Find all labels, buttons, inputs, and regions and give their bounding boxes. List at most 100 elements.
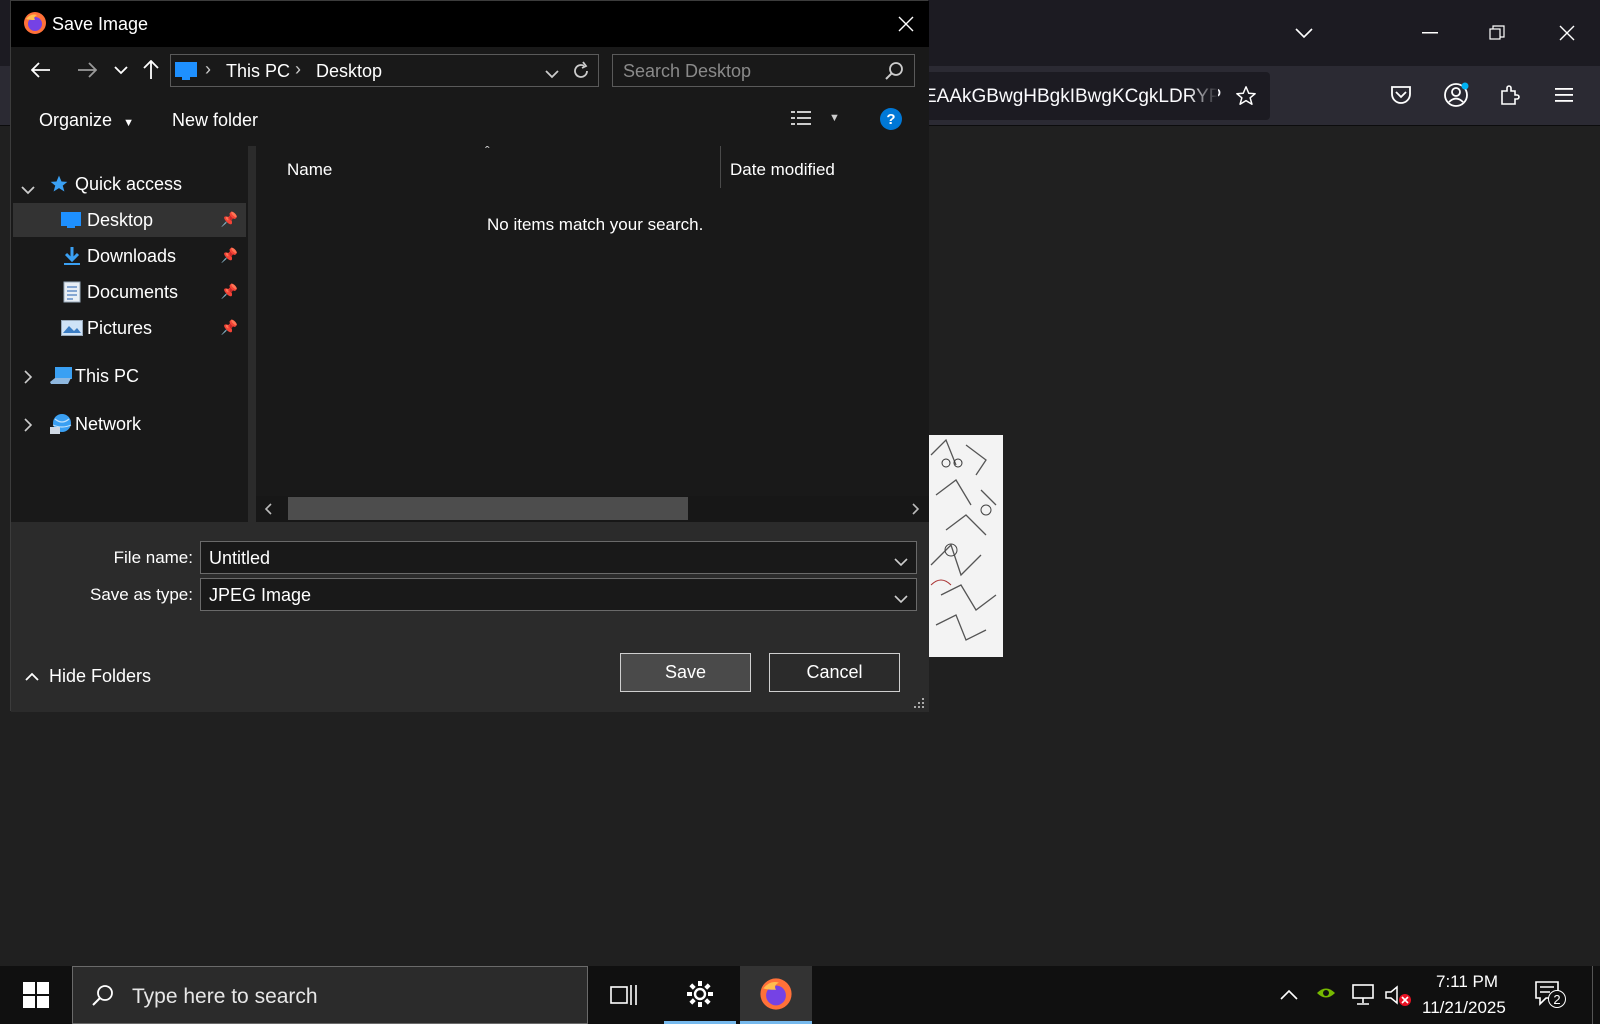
tree-item-pictures[interactable]: Pictures 📌 — [13, 311, 246, 345]
breadcrumb-this-pc[interactable]: This PC — [226, 61, 290, 82]
hide-folders-button[interactable]: Hide Folders — [25, 666, 151, 687]
scroll-right-icon[interactable] — [912, 502, 920, 520]
tree-network[interactable]: Network — [11, 407, 248, 441]
save-as-type-value: JPEG Image — [209, 585, 312, 605]
search-icon — [92, 985, 113, 1006]
tree-label: This PC — [75, 366, 140, 386]
pocket-icon[interactable] — [1385, 79, 1417, 111]
taskbar-search-box[interactable]: Type here to search — [72, 966, 588, 1024]
taskbar-firefox-app[interactable] — [740, 966, 812, 1024]
hide-folders-label: Hide Folders — [49, 666, 152, 686]
pictures-icon — [61, 320, 83, 341]
dialog-close-icon[interactable] — [883, 1, 929, 47]
url-bar[interactable]: EAAkGBwgHBgkIBwgKCgkLDRYP — [900, 72, 1270, 120]
tree-quick-access[interactable]: Quick access — [11, 167, 248, 201]
tree-item-desktop[interactable]: Desktop 📌 — [13, 203, 246, 237]
save-as-type-dropdown-icon[interactable] — [894, 588, 908, 609]
column-divider[interactable] — [720, 146, 721, 188]
pin-icon: 📌 — [220, 247, 238, 263]
save-as-type-label: Save as type: — [89, 585, 193, 604]
search-icon[interactable] — [884, 61, 904, 86]
close-window-icon[interactable] — [1551, 17, 1583, 49]
column-header-date-modified[interactable]: Date modified — [730, 160, 835, 180]
empty-results-message: No items match your search. — [487, 215, 704, 234]
notification-count-badge: 2 — [1548, 990, 1566, 1008]
help-icon[interactable]: ? — [880, 108, 902, 130]
bookmark-star-icon[interactable] — [1230, 80, 1262, 112]
breadcrumb-desktop[interactable]: Desktop — [316, 61, 382, 82]
navigation-pane: Quick access Desktop 📌 Downloads 📌 Docum… — [11, 146, 248, 522]
help-glyph: ? — [886, 110, 896, 128]
network-icon — [49, 413, 73, 440]
this-pc-icon — [49, 366, 73, 391]
expand-chevron-icon[interactable] — [21, 179, 35, 200]
refresh-icon[interactable] — [571, 61, 591, 86]
windows-logo-icon — [23, 982, 49, 1008]
taskbar-settings-app[interactable] — [664, 966, 736, 1024]
view-options-icon[interactable] — [791, 109, 815, 134]
organize-dropdown-icon: ▼ — [123, 117, 134, 129]
organize-label: Organize — [39, 110, 113, 130]
tree-item-documents[interactable]: Documents 📌 — [13, 275, 246, 309]
minimize-icon[interactable] — [1414, 17, 1446, 49]
resize-grip-icon[interactable] — [913, 696, 925, 714]
save-button[interactable]: Save — [620, 653, 751, 692]
forward-arrow-icon[interactable] — [73, 55, 101, 85]
file-name-field[interactable]: Untitled — [200, 541, 917, 574]
documents-icon — [63, 281, 81, 308]
breadcrumb-separator-icon: › — [295, 59, 301, 79]
save-as-type-select[interactable]: JPEG Image — [200, 578, 917, 611]
address-bar[interactable]: › This PC › Desktop — [170, 54, 599, 87]
firefox-icon — [23, 11, 47, 35]
pane-splitter[interactable] — [248, 146, 256, 522]
pin-icon: 📌 — [220, 211, 238, 227]
address-dropdown-chevron-icon[interactable] — [545, 66, 559, 84]
quick-access-star-icon — [49, 174, 69, 199]
scrollbar-thumb[interactable] — [288, 497, 688, 520]
breadcrumb-separator-icon: › — [205, 59, 211, 79]
network-status-icon[interactable] — [1350, 984, 1376, 1011]
menu-icon[interactable] — [1548, 79, 1580, 111]
taskbar: Type here to search 7:11 PM 11/21/2025 2 — [0, 966, 1600, 1024]
extensions-icon[interactable] — [1494, 79, 1526, 111]
this-pc-monitor-icon — [175, 62, 197, 85]
column-header-name[interactable]: Name — [287, 160, 332, 180]
show-desktop-button[interactable] — [1592, 966, 1600, 1024]
show-hidden-icons-chevron-icon[interactable] — [1280, 988, 1298, 1006]
up-arrow-icon[interactable] — [137, 55, 165, 85]
expand-chevron-right-icon[interactable] — [23, 416, 33, 437]
recent-locations-chevron-icon[interactable] — [107, 55, 135, 85]
action-center-button[interactable]: 2 — [1534, 980, 1566, 1013]
organize-button[interactable]: Organize ▼ — [39, 110, 134, 131]
back-arrow-icon[interactable] — [27, 55, 55, 85]
task-view-icon — [610, 985, 637, 1005]
dialog-title: Save Image — [52, 14, 149, 34]
url-text[interactable]: EAAkGBwgHBgkIBwgKCgkLDRYP — [924, 86, 1221, 108]
horizontal-scrollbar[interactable] — [256, 496, 929, 522]
file-name-value[interactable]: Untitled — [209, 548, 270, 568]
new-folder-button[interactable]: New folder — [172, 110, 258, 131]
cancel-button[interactable]: Cancel — [769, 653, 900, 692]
tree-this-pc[interactable]: This PC — [11, 359, 248, 393]
navigation-row: › This PC › Desktop Search Desktop — [11, 47, 929, 95]
tree-label: Network — [75, 414, 142, 434]
start-button[interactable] — [0, 966, 72, 1024]
tree-item-downloads[interactable]: Downloads 📌 — [13, 239, 246, 273]
nvidia-icon[interactable] — [1315, 984, 1337, 1007]
search-desktop-input[interactable]: Search Desktop — [612, 54, 915, 87]
list-all-tabs-icon[interactable] — [1288, 17, 1320, 49]
save-image-dialog: Save Image › This PC › Desktop Search De… — [10, 0, 929, 714]
volume-muted-icon[interactable] — [1384, 984, 1412, 1013]
clock-time[interactable]: 7:11 PM — [1436, 972, 1498, 992]
file-name-dropdown-icon[interactable] — [894, 551, 908, 572]
view-dropdown-icon[interactable]: ▼ — [829, 112, 840, 124]
page-image-preview[interactable] — [926, 435, 1003, 657]
task-view-button[interactable] — [588, 966, 660, 1024]
tree-label: Documents — [87, 282, 179, 302]
taskbar-search-placeholder: Type here to search — [132, 985, 318, 1008]
restore-icon[interactable] — [1481, 17, 1513, 49]
expand-chevron-right-icon[interactable] — [23, 368, 33, 389]
account-icon[interactable] — [1440, 79, 1472, 111]
scroll-left-icon[interactable] — [264, 502, 272, 520]
clock-date[interactable]: 11/21/2025 — [1422, 998, 1506, 1018]
